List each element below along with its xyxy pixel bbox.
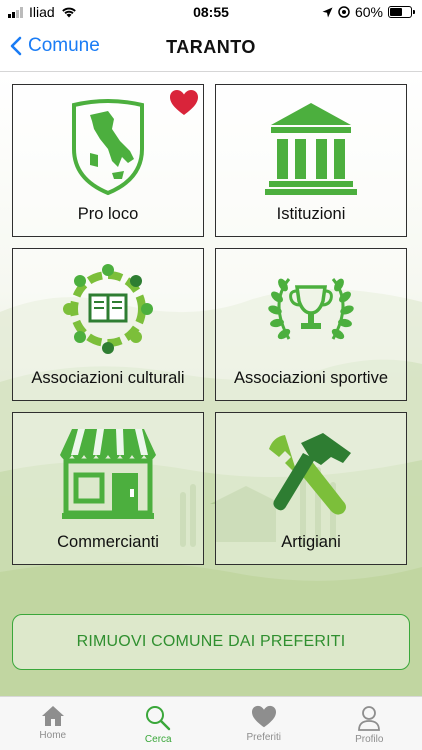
tile-icon-wrapper xyxy=(216,425,406,519)
tile-icon-wrapper xyxy=(216,261,406,353)
content-area: Pro loco Istituzioni Associazioni cultur… xyxy=(0,72,422,696)
location-arrow-icon xyxy=(322,7,333,17)
tab-preferiti[interactable]: Preferiti xyxy=(211,697,317,750)
tab-profilo[interactable]: Profilo xyxy=(317,697,422,750)
tile-label: Associazioni culturali xyxy=(31,369,185,387)
tile-icon-wrapper xyxy=(13,425,203,521)
home-icon xyxy=(41,706,64,726)
tile-associazioni-culturali[interactable]: Associazioni culturali xyxy=(12,248,204,401)
tab-label: Home xyxy=(39,730,67,741)
favorite-heart-icon[interactable] xyxy=(169,89,199,117)
tile-label: Artigiani xyxy=(281,533,341,551)
tile-artigiani[interactable]: Artigiani xyxy=(215,412,407,565)
tile-icon-wrapper xyxy=(216,97,406,197)
tile-associazioni-sportive[interactable]: Associazioni sportive xyxy=(215,248,407,401)
tab-bar: Home Cerca Preferiti Profilo xyxy=(0,696,422,750)
tile-label: Pro loco xyxy=(77,205,139,223)
tile-label: Commercianti xyxy=(57,533,159,551)
tile-label: Istituzioni xyxy=(276,205,346,223)
heart-icon xyxy=(251,705,276,728)
tile-istituzioni[interactable]: Istituzioni xyxy=(215,84,407,237)
status-bar: Iliad 08:55 60% xyxy=(0,0,422,24)
nav-bar: Comune TARANTO xyxy=(0,24,422,72)
tab-home[interactable]: Home xyxy=(0,697,106,750)
people-book-circle-icon xyxy=(63,264,153,354)
tab-label: Profilo xyxy=(355,734,384,745)
hammer-wrench-icon xyxy=(269,433,351,515)
search-icon xyxy=(146,706,171,731)
shop-storefront-icon xyxy=(60,429,156,519)
tile-icon-wrapper xyxy=(13,261,203,357)
battery-percent: 60% xyxy=(354,4,383,20)
institution-building-icon xyxy=(265,103,357,195)
status-right: 60% xyxy=(322,4,415,20)
battery-icon xyxy=(388,6,415,18)
trophy-laurel-icon xyxy=(268,278,354,340)
tile-pro-loco[interactable]: Pro loco xyxy=(12,84,204,237)
page-title: TARANTO xyxy=(166,37,256,57)
battery-fill xyxy=(390,8,402,16)
tab-label: Cerca xyxy=(144,734,172,745)
tile-label: Associazioni sportive xyxy=(233,369,389,387)
tab-label: Preferiti xyxy=(246,732,281,743)
tab-cerca[interactable]: Cerca xyxy=(106,697,212,750)
tile-commercianti[interactable]: Commercianti xyxy=(12,412,204,565)
remove-favorite-comune-button[interactable]: RIMUOVI COMUNE DAI PREFERITI xyxy=(12,614,410,670)
italy-shield-icon xyxy=(72,99,144,196)
alarm-lock-icon xyxy=(338,6,350,18)
user-icon xyxy=(358,706,381,731)
